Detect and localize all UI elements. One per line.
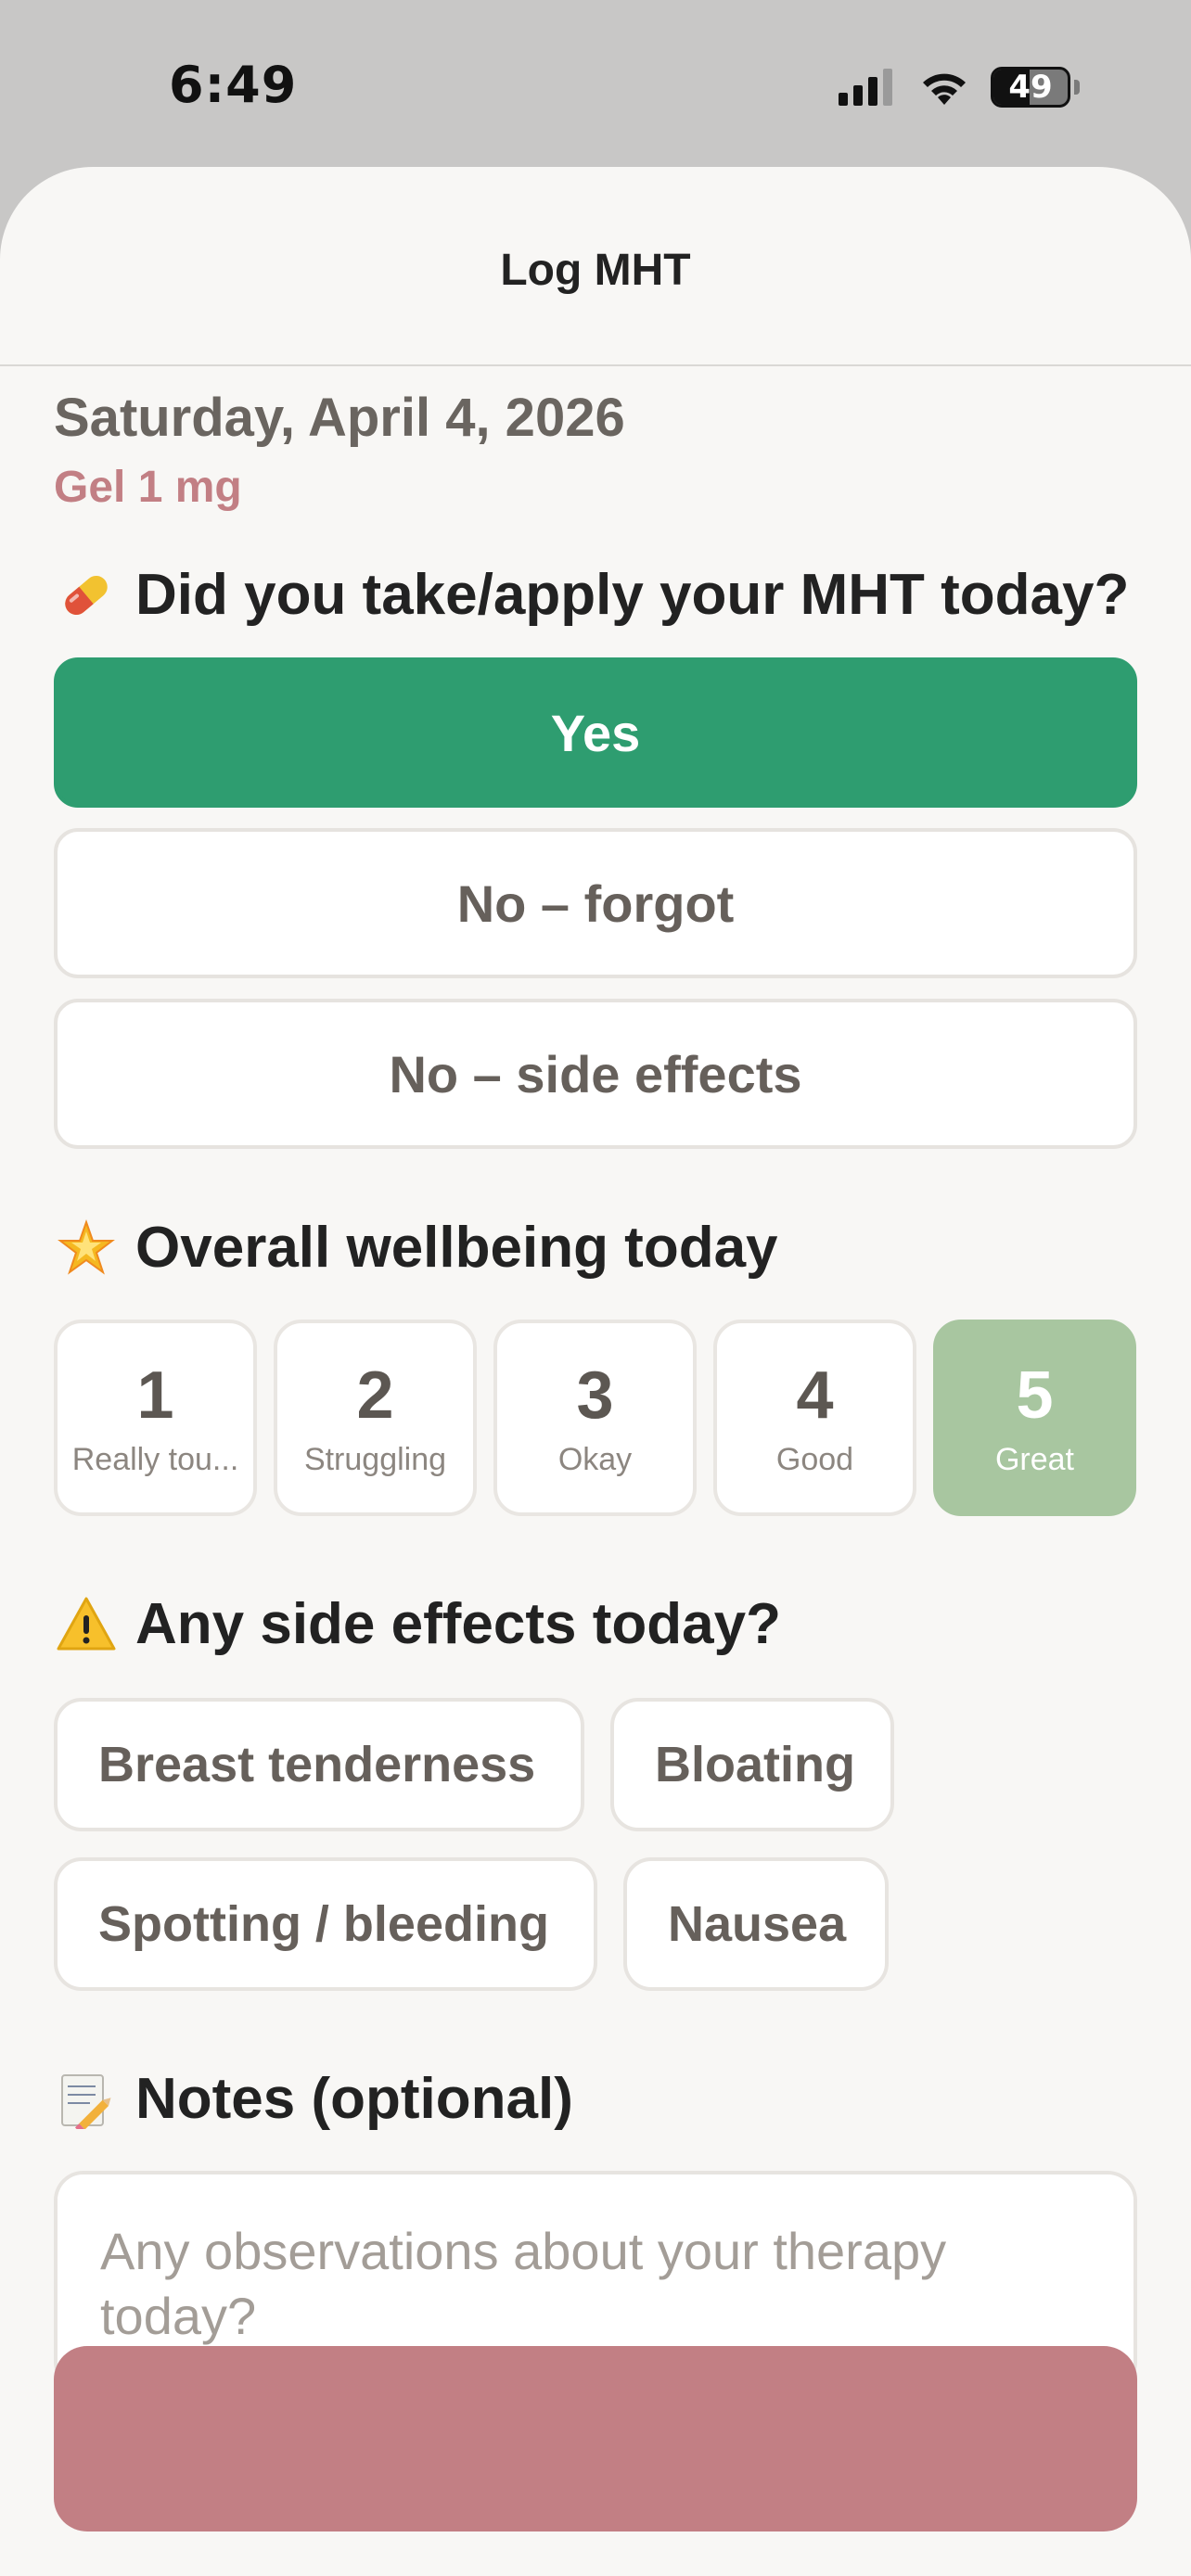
status-bar: 6:49 49	[0, 0, 1191, 167]
status-icons: 49	[839, 65, 1080, 109]
wifi-icon	[923, 73, 966, 105]
wellbeing-title-text: Overall wellbeing today	[135, 1216, 778, 1280]
wellbeing-ratings: 1 Really tou... 2 Struggling 3 Okay 4 Go…	[54, 1320, 1137, 1516]
rating-3[interactable]: 3 Okay	[493, 1320, 697, 1516]
chip-bloating[interactable]: Bloating	[610, 1698, 894, 1831]
submit-button[interactable]	[54, 2346, 1137, 2531]
side-effect-chips: Breast tenderness Bloating Spotting / bl…	[54, 1698, 1137, 1991]
status-time: 6:49	[169, 56, 298, 114]
star-icon	[54, 1214, 119, 1282]
notes-title: Notes (optional)	[54, 2065, 1137, 2134]
rating-label: Really tou...	[71, 1441, 239, 1477]
taken-yes-button[interactable]: Yes	[54, 657, 1137, 808]
taken-no-forgot-button[interactable]: No – forgot	[54, 828, 1137, 978]
battery-icon: 49	[991, 67, 1070, 108]
taken-no-side-effects-button[interactable]: No – side effects	[54, 999, 1137, 1149]
taken-question-title: Did you take/apply your MHT today?	[54, 561, 1137, 630]
rating-1[interactable]: 1 Really tou...	[54, 1320, 257, 1516]
notes-title-text: Notes (optional)	[135, 2067, 573, 2131]
side-effects-title-text: Any side effects today?	[135, 1592, 781, 1656]
chip-spotting-bleeding[interactable]: Spotting / bleeding	[54, 1857, 597, 1991]
rating-label: Good	[775, 1441, 854, 1477]
entry-dose: Gel 1 mg	[54, 463, 242, 512]
rating-4[interactable]: 4 Good	[713, 1320, 916, 1516]
rating-5[interactable]: 5 Great	[933, 1320, 1136, 1516]
page-title: Log MHT	[500, 246, 691, 295]
rating-label: Okay	[557, 1441, 633, 1477]
wellbeing-title: Overall wellbeing today	[54, 1214, 1137, 1282]
battery-tip	[1074, 80, 1080, 95]
form-content[interactable]: Saturday, April 4, 2026 Gel 1 mg Did you…	[0, 387, 1191, 2396]
taken-question-text: Did you take/apply your MHT today?	[135, 563, 1130, 627]
pill-icon	[54, 561, 119, 630]
rating-2[interactable]: 2 Struggling	[274, 1320, 477, 1516]
entry-date: Saturday, April 4, 2026	[54, 388, 625, 448]
rating-value: 2	[356, 1358, 394, 1433]
rating-value: 5	[1016, 1358, 1054, 1433]
side-effects-title: Any side effects today?	[54, 1590, 1137, 1659]
rating-label: Struggling	[303, 1441, 447, 1477]
chip-breast-tenderness[interactable]: Breast tenderness	[54, 1698, 584, 1831]
battery-level: 49	[1008, 69, 1053, 106]
taken-options: Yes No – forgot No – side effects	[54, 657, 1137, 1149]
rating-value: 4	[796, 1358, 834, 1433]
warning-icon	[54, 1590, 119, 1659]
log-sheet: Log MHT Saturday, April 4, 2026 Gel 1 mg…	[0, 167, 1191, 2576]
rating-value: 3	[576, 1358, 614, 1433]
sheet-header: Log MHT	[0, 167, 1191, 366]
memo-icon	[54, 2065, 119, 2134]
chip-nausea[interactable]: Nausea	[623, 1857, 889, 1991]
cellular-signal-icon	[839, 69, 892, 106]
rating-label: Great	[994, 1441, 1075, 1477]
rating-value: 1	[136, 1358, 174, 1433]
